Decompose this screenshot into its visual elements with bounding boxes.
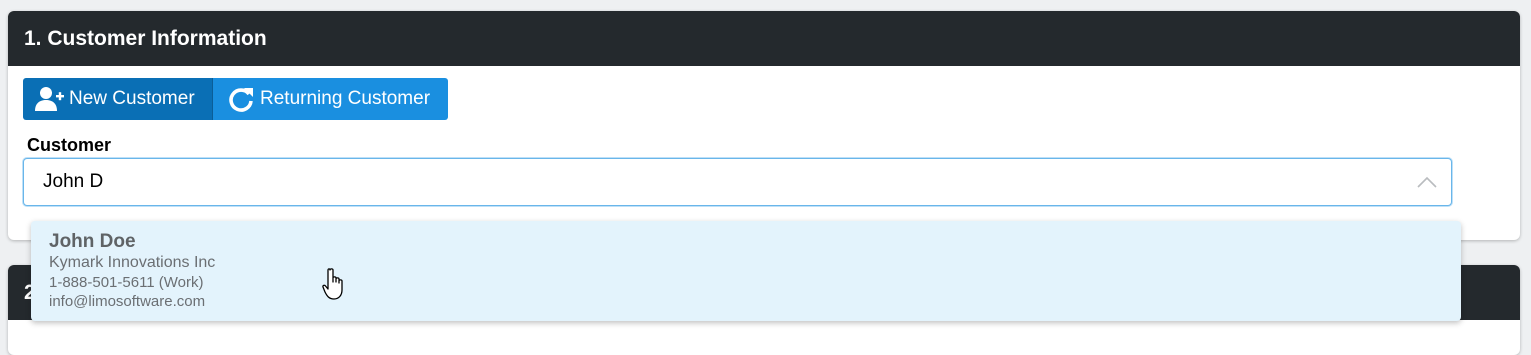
returning-customer-label: Returning Customer xyxy=(260,88,431,109)
chevron-up-icon[interactable] xyxy=(1415,171,1439,193)
hand-pointer-cursor-icon xyxy=(322,268,350,302)
new-customer-label: New Customer xyxy=(69,88,195,109)
new-customer-button[interactable]: New Customer xyxy=(23,78,212,120)
customer-field-label: Customer xyxy=(27,135,112,155)
customer-option-company: Kymark Innovations Inc xyxy=(49,254,216,271)
panel-title: 1. Customer Information xyxy=(8,11,1520,66)
customer-dropdown-list: John Doe Kymark Innovations Inc 1-888-50… xyxy=(31,221,1461,321)
customer-option-name: John Doe xyxy=(49,231,136,252)
customer-option-phone: 1-888-501-5611 (Work) xyxy=(49,274,204,291)
returning-customer-button[interactable]: Returning Customer xyxy=(212,78,448,120)
refresh-icon xyxy=(226,86,256,112)
add-user-icon xyxy=(35,86,65,112)
customer-type-button-group: New Customer Returning Customer xyxy=(23,78,448,120)
customer-combobox[interactable]: John D xyxy=(23,158,1452,206)
customer-option[interactable]: John Doe Kymark Innovations Inc 1-888-50… xyxy=(49,231,215,311)
customer-search-input[interactable]: John D xyxy=(43,171,103,193)
customer-option-email: info@limosoftware.com xyxy=(49,293,206,310)
